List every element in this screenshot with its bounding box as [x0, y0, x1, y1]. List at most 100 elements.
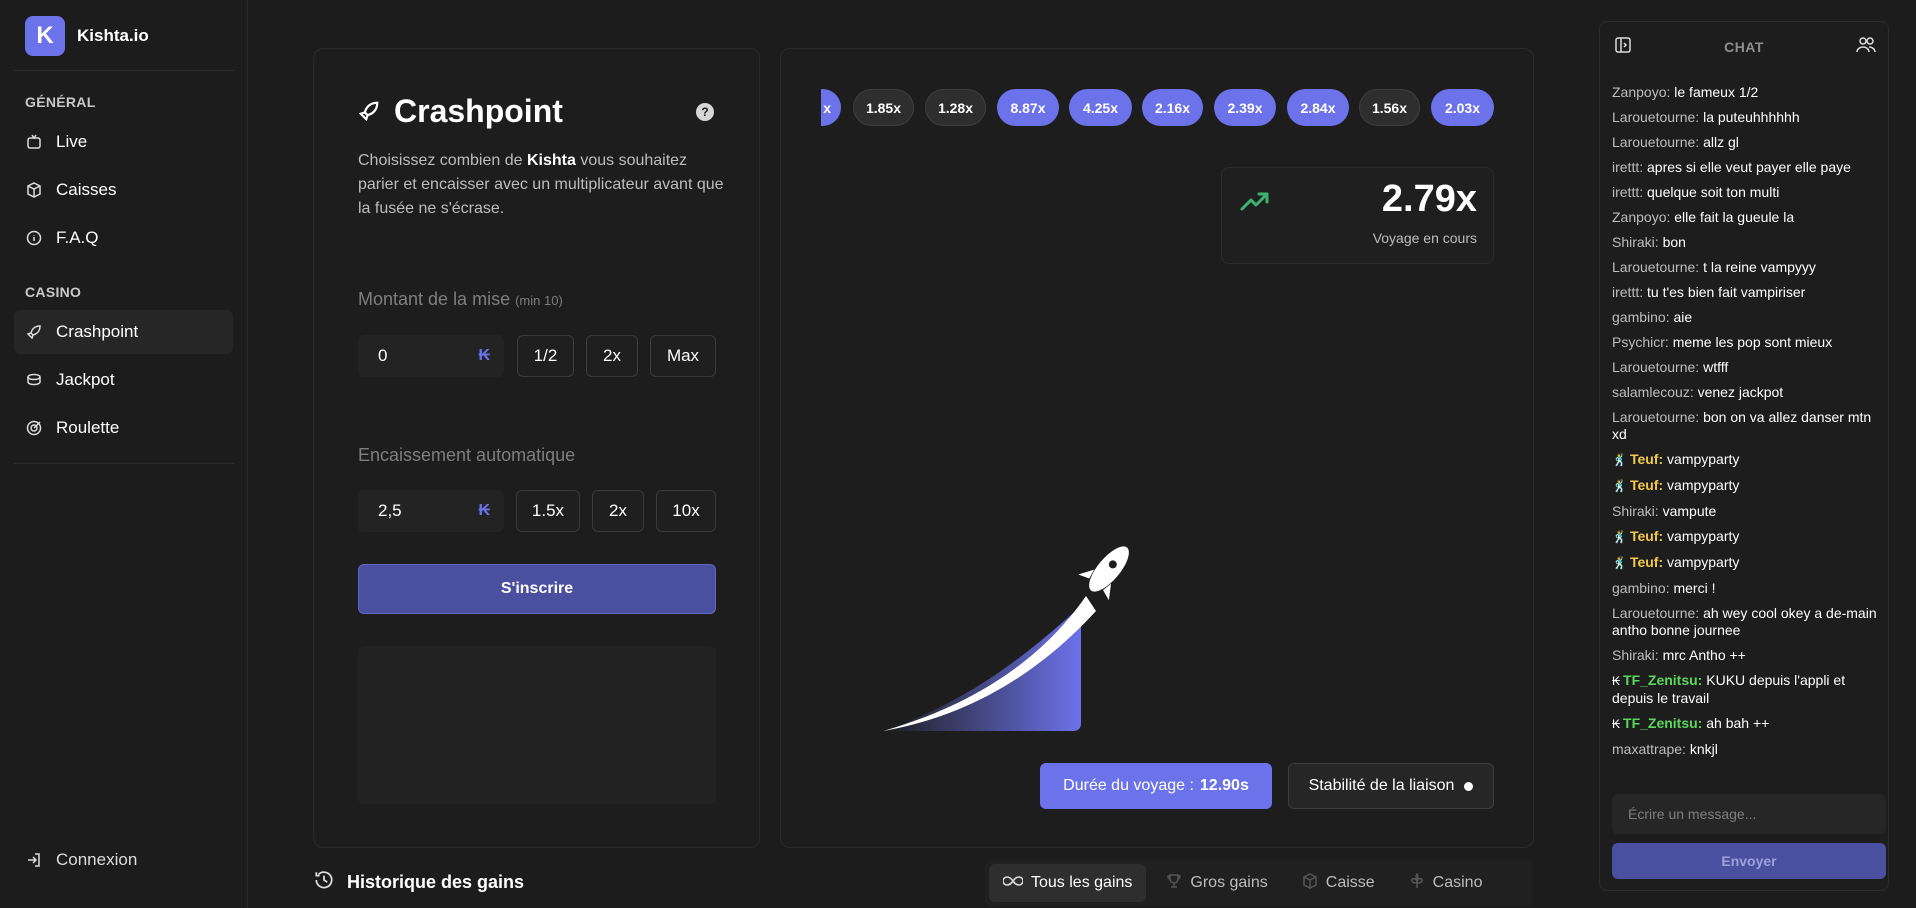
chat-text: bon: [1662, 234, 1686, 250]
auto-cashout-input[interactable]: 2,5 ₭: [358, 490, 504, 532]
chat-text: t la reine vampyyy: [1703, 259, 1816, 275]
chat-text: vampute: [1662, 503, 1717, 519]
sidebar-item-roulette[interactable]: Roulette: [14, 406, 233, 450]
chat-text: meme les pop sont mieux: [1672, 334, 1833, 350]
chat-username[interactable]: Larouetourne:: [1612, 605, 1699, 621]
auto-1-5x-button[interactable]: 1.5x: [516, 490, 580, 532]
chat-username[interactable]: TF_Zenitsu:: [1623, 672, 1702, 688]
chat-text: merci !: [1673, 580, 1716, 596]
chat-username[interactable]: gambino:: [1612, 309, 1670, 325]
bet-amount-label: Montant de la mise (min 10): [358, 289, 563, 309]
bet-max-button[interactable]: Max: [650, 335, 716, 377]
section-title-general: GÉNÉRAL: [25, 94, 96, 110]
sidebar-item-caisses[interactable]: Caisses: [14, 168, 233, 212]
chat-username[interactable]: Teuf:: [1630, 554, 1663, 570]
tab-big-gains[interactable]: Gros gains: [1152, 864, 1281, 902]
chat-message: 🕺 Teuf: vampyparty: [1612, 528, 1882, 546]
multiplier-pill: x: [821, 89, 841, 126]
info-icon: [26, 230, 42, 246]
chat-username[interactable]: Teuf:: [1630, 477, 1663, 493]
rocket-icon: [1078, 546, 1129, 601]
chat-message: Larouetourne: allz gl: [1612, 134, 1882, 151]
gains-history-title: Historique des gains: [347, 872, 525, 892]
chat-username[interactable]: Zanpoyo:: [1612, 209, 1670, 225]
chat-message: ₭ TF_Zenitsu: ah bah ++: [1612, 715, 1882, 733]
chat-username[interactable]: Larouetourne:: [1612, 259, 1699, 275]
section-title-casino: CASINO: [25, 284, 82, 300]
login-button[interactable]: Connexion: [26, 850, 137, 870]
chat-text: venez jackpot: [1697, 384, 1784, 400]
chat-message: irettt: quelque soit ton multi: [1612, 184, 1882, 201]
chat-username[interactable]: gambino:: [1612, 580, 1670, 596]
tab-casino[interactable]: Casino: [1395, 864, 1497, 902]
chat-username[interactable]: Teuf:: [1630, 528, 1663, 544]
chat-username[interactable]: Larouetourne:: [1612, 134, 1699, 150]
chat-message: salamlecouz: venez jackpot: [1612, 384, 1882, 401]
connection-stability-button[interactable]: Stabilité de la liaison: [1288, 763, 1494, 809]
chat-username[interactable]: irettt:: [1612, 184, 1643, 200]
chat-username[interactable]: Shiraki:: [1612, 503, 1659, 519]
chat-username[interactable]: irettt:: [1612, 284, 1643, 300]
trending-up-icon: [1240, 190, 1270, 217]
sidebar-item-live[interactable]: Live: [14, 120, 233, 164]
chat-username[interactable]: Zanpoyo:: [1612, 84, 1670, 100]
current-multiplier-card: 2.79x Voyage en cours: [1221, 167, 1494, 264]
chat-username[interactable]: Teuf:: [1630, 451, 1663, 467]
chat-username[interactable]: Shiraki:: [1612, 647, 1659, 663]
coins-icon: [26, 372, 42, 388]
sidebar-item-jackpot[interactable]: Jackpot: [14, 358, 233, 402]
sidebar-item-label: Jackpot: [56, 370, 115, 389]
chat-message: Larouetourne: wtfff: [1612, 359, 1882, 376]
brand-logo[interactable]: K Kishta.io: [25, 16, 149, 56]
chat-text: wtfff: [1703, 359, 1729, 375]
chat-text: vampyparty: [1667, 554, 1740, 570]
chat-message: maxattrape: knkjl: [1612, 741, 1882, 758]
chat-send-button[interactable]: Envoyer: [1612, 843, 1886, 879]
box-icon: [1302, 872, 1318, 894]
multiplier-pill: 2.16x: [1142, 89, 1203, 126]
sidebar-item-label: Roulette: [56, 418, 120, 437]
bet-double-button[interactable]: 2x: [586, 335, 638, 377]
help-icon[interactable]: ?: [696, 103, 714, 121]
chat-text: la puteuhhhhhh: [1703, 109, 1800, 125]
chat-username[interactable]: Shiraki:: [1612, 234, 1659, 250]
chat-username[interactable]: Psychicr:: [1612, 334, 1669, 350]
multiplier-pill: 8.87x: [997, 89, 1059, 126]
chat-message-input[interactable]: Écrire un message...: [1612, 794, 1886, 834]
chat-message: Psychicr: meme les pop sont mieux: [1612, 334, 1882, 351]
chat-message: 🕺 Teuf: vampyparty: [1612, 554, 1882, 572]
users-icon[interactable]: [1856, 36, 1876, 59]
chat-text: ah bah ++: [1706, 715, 1770, 731]
tab-all-gains[interactable]: Tous les gains: [989, 864, 1147, 902]
brand-name: Kishta.io: [77, 26, 149, 45]
current-multiplier: 2.79x: [1381, 178, 1477, 220]
register-bet-button[interactable]: S'inscrire: [358, 564, 716, 614]
chat-message: 🕺 Teuf: vampyparty: [1612, 477, 1882, 495]
chat-text: mrc Antho ++: [1662, 647, 1746, 663]
chat-username[interactable]: Larouetourne:: [1612, 359, 1699, 375]
chat-username[interactable]: Larouetourne:: [1612, 109, 1699, 125]
chat-username[interactable]: Larouetourne:: [1612, 409, 1699, 425]
chat-panel: CHAT Zanpoyo: le fameux 1/2 Larouetourne:…: [1599, 21, 1889, 891]
flight-duration-label: Durée du voyage :: [1063, 777, 1194, 794]
tab-caisse[interactable]: Caisse: [1288, 864, 1389, 902]
chat-username[interactable]: TF_Zenitsu:: [1623, 715, 1702, 731]
sidebar-item-faq[interactable]: F.A.Q: [14, 216, 233, 260]
sidebar-item-crashpoint[interactable]: Crashpoint: [14, 310, 233, 354]
bet-half-button[interactable]: 1/2: [517, 335, 574, 377]
rocket-curve-graph: [883, 546, 1129, 731]
rocket-icon: [26, 324, 42, 340]
auto-2x-button[interactable]: 2x: [592, 490, 644, 532]
connection-stability-label: Stabilité de la liaison: [1308, 777, 1455, 794]
chat-username[interactable]: irettt:: [1612, 159, 1643, 175]
bet-amount-input[interactable]: 0 ₭: [358, 335, 504, 377]
chat-text: vampyparty: [1667, 451, 1740, 467]
auto-10x-button[interactable]: 10x: [656, 490, 716, 532]
auto-cashout-value: 2,5: [378, 501, 402, 520]
gains-history-header: Historique des gains: [313, 869, 524, 896]
chat-username[interactable]: salamlecouz:: [1612, 384, 1694, 400]
chat-username[interactable]: maxattrape:: [1612, 741, 1686, 757]
bets-list-area: [358, 646, 716, 804]
chat-message: Zanpoyo: elle fait la gueule la: [1612, 209, 1882, 226]
chat-text: quelque soit ton multi: [1647, 184, 1780, 200]
